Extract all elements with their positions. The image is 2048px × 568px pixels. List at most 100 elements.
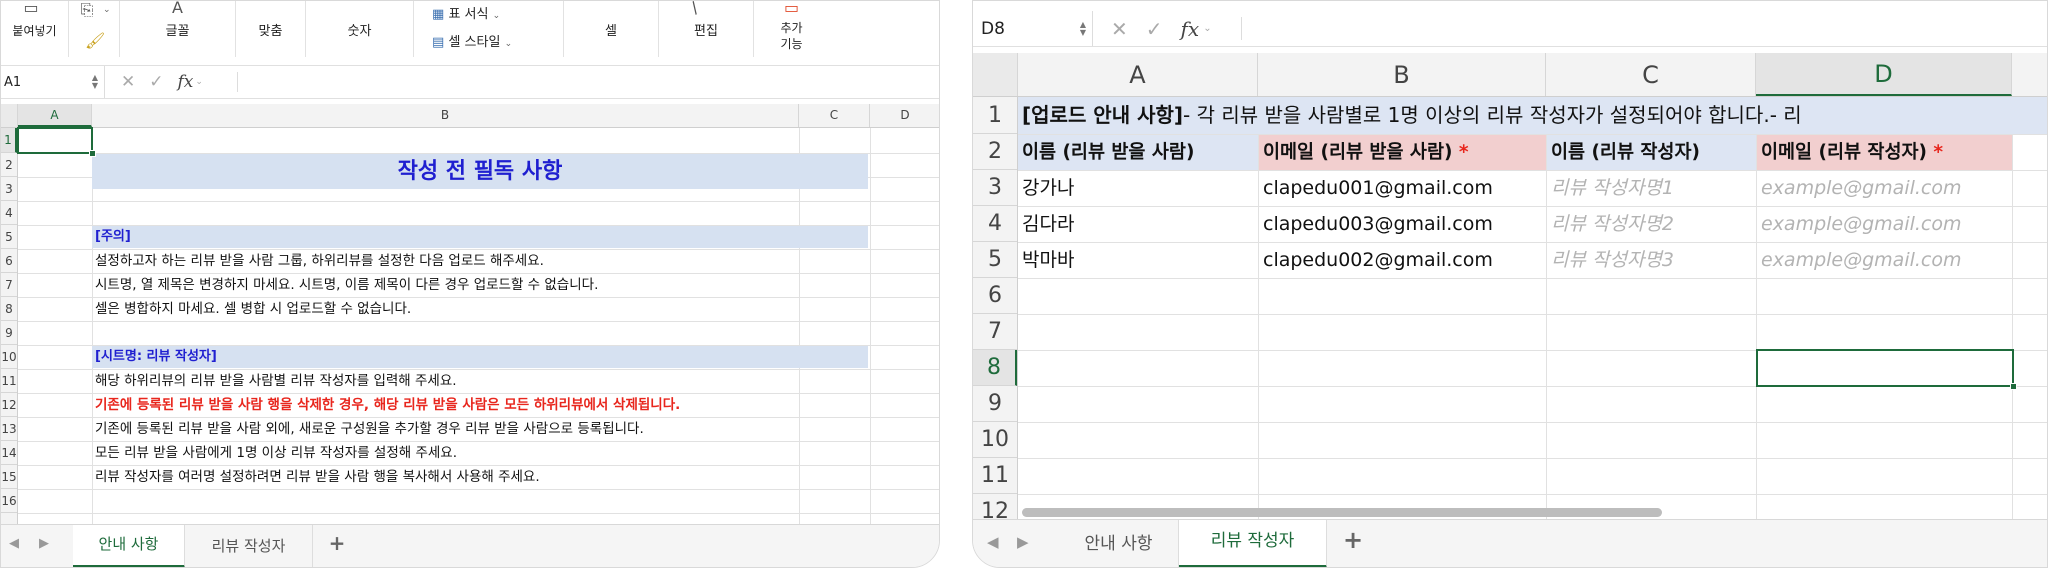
left-cells-area[interactable]: 작성 전 필독 사항 [주의] 설정하고자 하는 리뷰 받을 사람 그룹, 하위… [17, 127, 939, 526]
row-header[interactable]: 7 [973, 314, 1017, 350]
fill-handle[interactable] [89, 150, 96, 157]
enter-icon[interactable]: ✓ [1146, 17, 1163, 41]
add-sheet-button[interactable]: + [1333, 526, 1373, 554]
sheet-tab-bar: ◀ ▶ 안내 사항 리뷰 작성자 + [1, 524, 939, 567]
row-header[interactable]: 1 [1, 128, 17, 153]
function-icon[interactable]: fx [1181, 17, 1200, 41]
copy-dropdown-icon[interactable]: ⌄ [103, 5, 111, 15]
cell-reviewer-name-placeholder[interactable]: 리뷰 작성자명3 [1551, 243, 1674, 278]
cell-reviewee-email[interactable]: clapedu003@gmail.com [1263, 207, 1493, 242]
column-header-b[interactable]: B [1258, 53, 1546, 96]
name-box-value: A1 [4, 74, 22, 90]
cell-reviewee-name[interactable]: 김다라 [1022, 207, 1074, 242]
row-header[interactable]: 7 [1, 273, 17, 297]
row-header[interactable]: 4 [973, 206, 1017, 242]
cell-reviewee-email[interactable]: clapedu001@gmail.com [1263, 171, 1493, 206]
row-header[interactable]: 2 [1, 153, 17, 177]
cell-styles-button[interactable]: ▤ 셀 스타일 ⌄ [432, 31, 512, 50]
row-header[interactable]: 9 [1, 321, 17, 345]
column-header-b[interactable]: B [92, 104, 799, 127]
row-header[interactable]: 8 [973, 350, 1017, 386]
name-box[interactable]: A1 ▲ ▼ [1, 66, 105, 98]
font-group-button[interactable]: A 글꼴 [119, 1, 236, 57]
name-box[interactable]: D8 ▲ ▼ [973, 11, 1093, 46]
required-mark: * [1933, 142, 1944, 163]
tab-reviewers[interactable]: 리뷰 작성자 [1179, 520, 1327, 567]
row-header[interactable]: 10 [973, 422, 1017, 458]
format-as-table-button[interactable]: ▦ 표 서식 ⌄ [432, 3, 500, 22]
row-header[interactable]: 3 [973, 170, 1017, 206]
active-cell-a1[interactable] [17, 127, 93, 154]
cancel-icon[interactable]: ✕ [1111, 17, 1128, 41]
cells-group-button[interactable]: 셀 [564, 1, 659, 57]
row-header[interactable]: 6 [973, 278, 1017, 314]
row-header[interactable]: 6 [1, 249, 17, 273]
row-header[interactable]: 9 [973, 386, 1017, 422]
alignment-group-button[interactable]: 맞춤 [236, 1, 306, 57]
column-header-row: A B C D [1, 104, 939, 128]
name-box-stepper-icon[interactable]: ▲ ▼ [1080, 20, 1086, 37]
cell-reviewer-email-placeholder[interactable]: example@gmail.com [1761, 171, 1962, 206]
copy-format-group[interactable]: ⎘ ⌄ 🖌 [69, 1, 119, 57]
function-dropdown-icon[interactable]: ⌄ [1203, 23, 1211, 34]
formula-input[interactable] [1241, 17, 2047, 40]
editing-group-button[interactable]: / 편집 [659, 1, 754, 57]
column-header-c[interactable]: C [799, 104, 870, 127]
function-icon[interactable]: fx [178, 72, 194, 92]
row-header[interactable]: 12 [973, 494, 1017, 521]
column-header-a[interactable]: A [1018, 53, 1258, 96]
cell-reviewer-name-placeholder[interactable]: 리뷰 작성자명2 [1551, 207, 1674, 242]
row-header[interactable]: 2 [973, 134, 1017, 170]
row-header[interactable]: 11 [1, 369, 17, 393]
format-painter-icon[interactable]: 🖌 [85, 31, 105, 50]
row-header[interactable]: 14 [1, 441, 17, 465]
row-header[interactable]: 4 [1, 201, 17, 225]
tab-guide[interactable]: 안내 사항 [1059, 520, 1179, 567]
function-dropdown-icon[interactable]: ⌄ [195, 77, 203, 87]
cell-reviewer-name-placeholder[interactable]: 리뷰 작성자명1 [1551, 171, 1674, 206]
row-header[interactable]: 8 [1, 297, 17, 321]
row-header[interactable]: 5 [1, 225, 17, 249]
column-header-d[interactable]: D [1756, 53, 2012, 96]
number-group-button[interactable]: 숫자 [306, 1, 414, 57]
next-sheet-icon[interactable]: ▶ [39, 536, 49, 551]
row-header[interactable]: 5 [973, 242, 1017, 278]
right-cells-area[interactable]: [업로드 안내 사항]- 각 리뷰 받을 사람별로 1명 이상의 리뷰 작성자가… [1018, 97, 2047, 521]
row-header[interactable]: 10 [1, 345, 17, 369]
column-header-a[interactable]: A [18, 104, 92, 127]
row-header[interactable]: 1 [973, 97, 1017, 134]
prev-sheet-icon[interactable]: ◀ [9, 536, 19, 551]
cell-reviewee-name[interactable]: 박마바 [1022, 243, 1074, 278]
select-all-corner[interactable] [973, 53, 1018, 96]
row-header[interactable]: 15 [1, 465, 17, 489]
tab-guide[interactable]: 안내 사항 [73, 525, 185, 567]
formula-input[interactable] [237, 72, 939, 92]
upload-notice-text: - 각 리뷰 받을 사람별로 1명 이상의 리뷰 작성자가 설정되어야 합니다.… [1183, 103, 1802, 127]
row-header[interactable]: 13 [1, 417, 17, 441]
column-header-d[interactable]: D [870, 104, 939, 127]
row-header[interactable]: 16 [1, 489, 17, 513]
name-box-stepper-icon[interactable]: ▲ ▼ [92, 74, 98, 90]
add-sheet-button[interactable]: + [319, 531, 355, 555]
row-header[interactable]: 11 [973, 458, 1017, 494]
enter-icon[interactable]: ✓ [149, 72, 163, 92]
cell-reviewee-email[interactable]: clapedu002@gmail.com [1263, 243, 1493, 278]
cell-reviewer-email-placeholder[interactable]: example@gmail.com [1761, 207, 1962, 242]
select-all-corner[interactable] [1, 104, 18, 127]
paste-button[interactable]: ▭ 붙여넣기 [1, 1, 69, 57]
active-cell-d8[interactable] [1756, 349, 2014, 387]
cancel-icon[interactable]: ✕ [121, 72, 135, 92]
cell-reviewer-email-placeholder[interactable]: example@gmail.com [1761, 243, 1962, 278]
tab-reviewers[interactable]: 리뷰 작성자 [185, 525, 313, 567]
next-sheet-icon[interactable]: ▶ [1017, 533, 1029, 551]
addins-button[interactable]: ▭ 추가 기능 [754, 1, 829, 57]
row-header[interactable]: 12 [1, 393, 17, 417]
row-header[interactable]: 3 [1, 177, 17, 201]
horizontal-scrollbar[interactable] [1022, 508, 1662, 517]
instruction-line: 모든 리뷰 받을 사람에게 1명 이상 리뷰 작성자를 설정해 주세요. [95, 445, 458, 461]
sheet-tab-bar: ◀ ▶ 안내 사항 리뷰 작성자 + [973, 519, 2047, 567]
cell-reviewee-name[interactable]: 강가나 [1022, 171, 1074, 206]
prev-sheet-icon[interactable]: ◀ [987, 533, 999, 551]
column-header-c[interactable]: C [1546, 53, 1756, 96]
fill-handle[interactable] [2010, 383, 2017, 390]
